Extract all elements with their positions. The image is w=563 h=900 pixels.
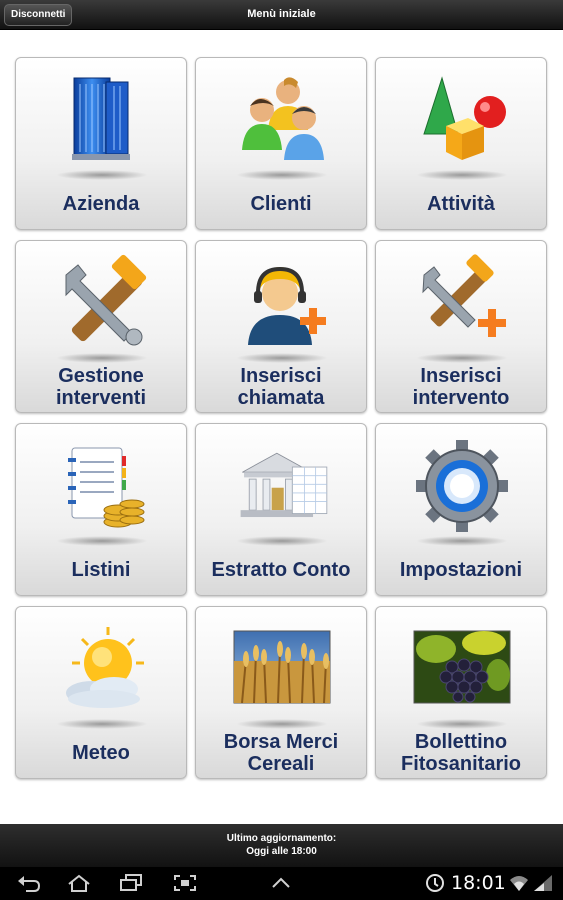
tile-shadow <box>236 536 328 546</box>
signal-icon <box>534 875 552 891</box>
menu-label: Inserisci chiamata <box>237 365 325 409</box>
system-navigation-bar: 18:01 <box>0 867 563 900</box>
gear-icon <box>416 440 508 532</box>
tools-add-icon <box>422 254 506 337</box>
screenshot-icon[interactable] <box>172 873 198 893</box>
menu-tile-listini[interactable]: Listini <box>15 423 187 596</box>
operator-add-icon <box>248 266 326 345</box>
grapes-icon <box>413 630 511 704</box>
tile-shadow <box>56 170 148 180</box>
chevron-up-icon[interactable] <box>268 873 294 893</box>
menu-tile-attivita[interactable]: Attività <box>375 57 547 230</box>
last-update-footer: Ultimo aggiornamento: Oggi alle 18:00 <box>0 824 563 867</box>
menu-label: Clienti <box>250 193 312 215</box>
tools-icon <box>65 254 147 346</box>
sync-status-icon <box>426 874 444 892</box>
title-bar: Disconnetti Menù iniziale <box>0 0 563 30</box>
menu-label: Borsa Merci Cereali <box>223 731 339 775</box>
tile-shadow <box>56 353 148 363</box>
tile-shadow <box>416 170 508 180</box>
home-icon[interactable] <box>66 873 92 893</box>
recent-apps-icon[interactable] <box>118 873 144 893</box>
menu-tile-inserisci-chiamata[interactable]: Inserisci chiamata <box>195 240 367 413</box>
menu-tile-estratto-conto[interactable]: Estratto Conto <box>195 423 367 596</box>
tile-shadow <box>236 719 328 729</box>
menu-tile-inserisci-intervento[interactable]: Inserisci intervento <box>375 240 547 413</box>
menu-tile-azienda[interactable]: Azienda <box>15 57 187 230</box>
wheat-icon <box>233 630 331 704</box>
menu-tile-gestione-interventi[interactable]: Gestione interventi <box>15 240 187 413</box>
menu-label: Gestione interventi <box>55 365 147 409</box>
menu-label: Estratto Conto <box>211 559 351 581</box>
weather-icon <box>66 627 144 708</box>
menu-label: Meteo <box>72 742 130 764</box>
menu-label: Inserisci intervento <box>412 365 510 409</box>
last-update-value: Oggi alle 18:00 <box>246 846 317 857</box>
menu-tile-borsa-merci-cereali[interactable]: Borsa Merci Cereali <box>195 606 367 779</box>
wifi-icon <box>510 876 528 891</box>
menu-label: Attività <box>427 193 495 215</box>
tile-shadow <box>236 170 328 180</box>
shapes-icon <box>423 76 506 160</box>
tile-shadow <box>416 719 508 729</box>
menu-label: Azienda <box>62 193 140 215</box>
tile-shadow <box>236 353 328 363</box>
menu-label: Bollettino Fitosanitario <box>400 731 521 775</box>
menu-tile-clienti[interactable]: Clienti <box>195 57 367 230</box>
tile-shadow <box>56 536 148 546</box>
menu-tile-bollettino-fitosanitario[interactable]: Bollettino Fitosanitario <box>375 606 547 779</box>
system-clock: 18:01 <box>451 872 506 894</box>
menu-label: Listini <box>71 559 131 581</box>
menu-label: Impostazioni <box>399 559 523 581</box>
tile-shadow <box>416 353 508 363</box>
pricelist-icon <box>68 447 145 528</box>
bank-icon <box>240 452 328 518</box>
last-update-label: Ultimo aggiornamento: <box>226 833 337 844</box>
menu-tile-impostazioni[interactable]: Impostazioni <box>375 423 547 596</box>
tile-shadow <box>56 719 148 729</box>
building-icon <box>72 77 130 160</box>
back-icon[interactable] <box>16 873 42 893</box>
people-icon <box>242 77 324 160</box>
tile-shadow <box>416 536 508 546</box>
page-title: Menù iniziale <box>247 8 316 20</box>
menu-tile-meteo[interactable]: Meteo <box>15 606 187 779</box>
